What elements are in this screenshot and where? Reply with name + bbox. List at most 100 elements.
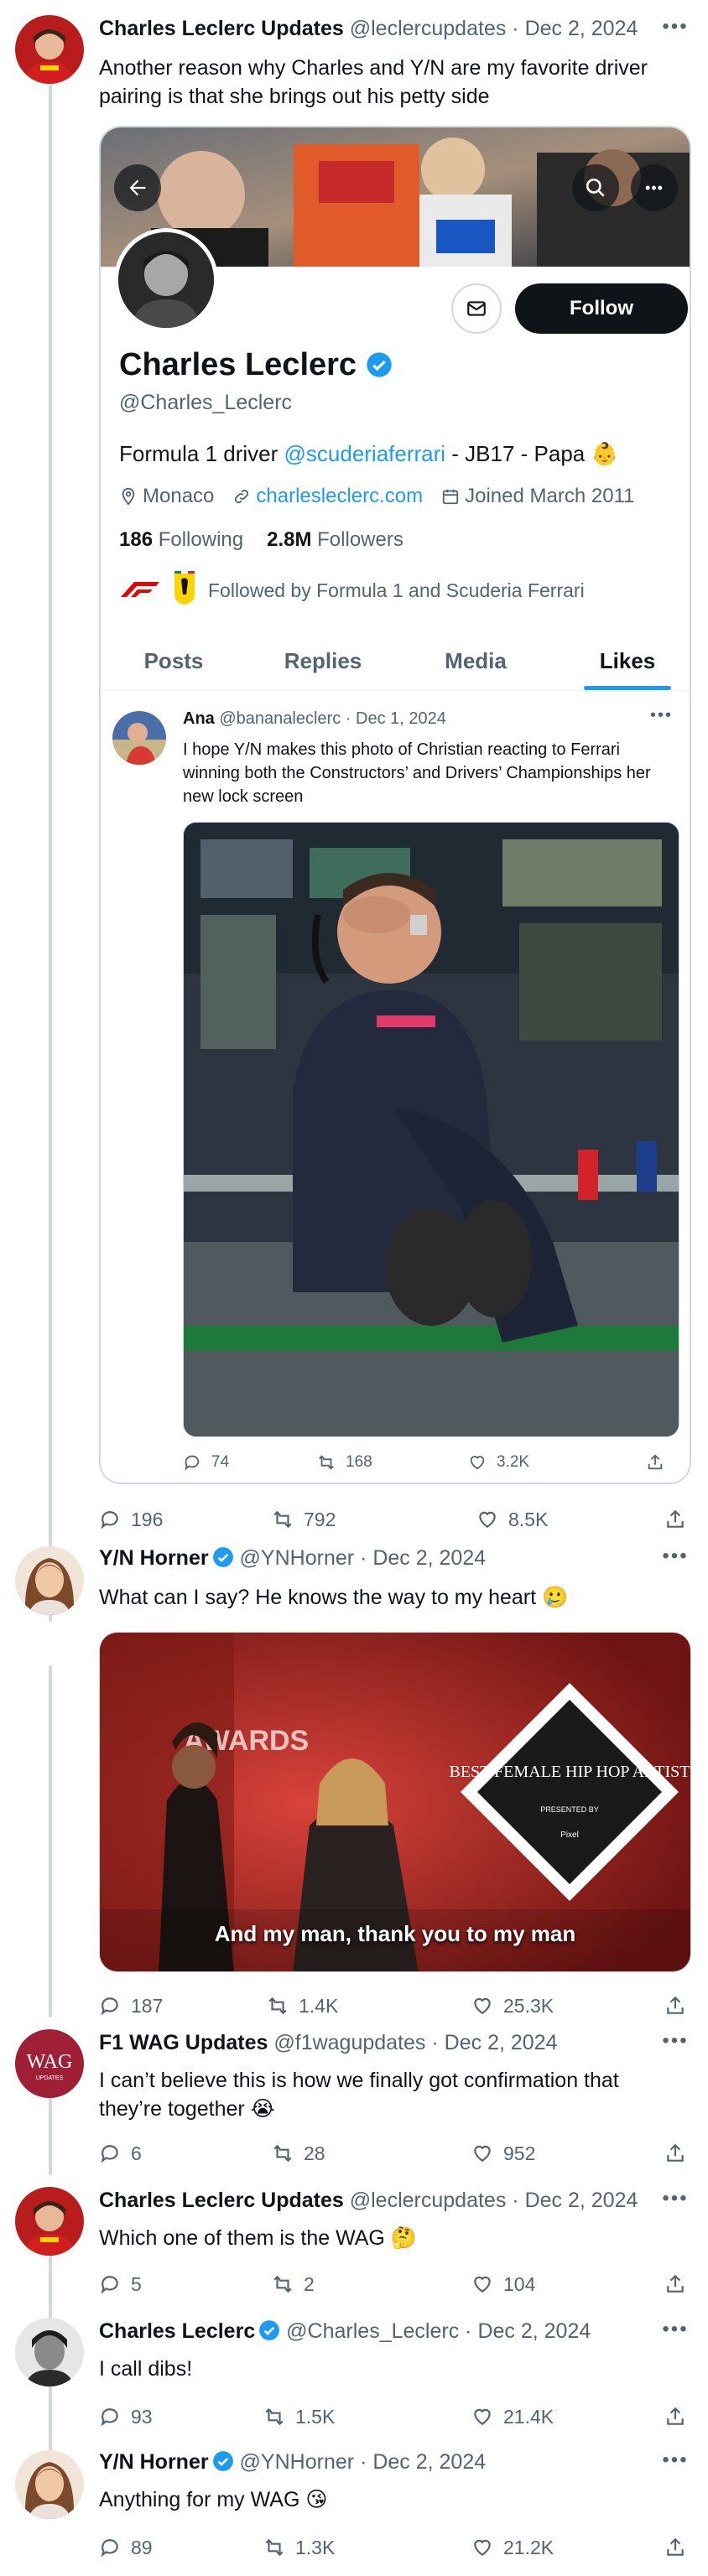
- display-name[interactable]: Charles Leclerc: [99, 2319, 255, 2343]
- display-name[interactable]: Y/N Horner: [99, 2450, 209, 2474]
- tweet-video[interactable]: AWARDS BEST FEMALE HIP HOP ARTIST PRESEN…: [99, 1632, 691, 1972]
- reply-button[interactable]: 5: [99, 2267, 142, 2301]
- display-name[interactable]: Y/N Horner: [99, 1546, 209, 1570]
- more-icon[interactable]: •••: [656, 17, 695, 44]
- more-icon[interactable]: •••: [656, 2031, 695, 2058]
- followers-stat[interactable]: 2.8M Followers: [267, 528, 403, 552]
- display-name[interactable]: Charles Leclerc Updates: [99, 2189, 344, 2212]
- reply-icon: [101, 1997, 118, 2016]
- avatar[interactable]: WAG UPDATES: [15, 2029, 84, 2098]
- retweet-button[interactable]: 1.3K: [263, 2531, 335, 2564]
- more-icon[interactable]: •••: [631, 164, 678, 211]
- like-button[interactable]: 21.2K: [471, 2531, 554, 2564]
- reply-button[interactable]: 93: [99, 2400, 153, 2433]
- retweet-button[interactable]: 792: [272, 1503, 336, 1536]
- follow-button[interactable]: Follow: [515, 283, 688, 334]
- retweet-button[interactable]: 168: [317, 1446, 372, 1479]
- tab-media[interactable]: Media: [413, 631, 539, 691]
- website-link[interactable]: charlesleclerc.com: [256, 485, 423, 508]
- retweet-count: 1.5K: [295, 2405, 336, 2428]
- like-button[interactable]: 952: [471, 2137, 535, 2170]
- share-button[interactable]: [664, 2267, 686, 2301]
- search-icon[interactable]: [572, 164, 619, 211]
- share-button[interactable]: [646, 1446, 664, 1479]
- reply-count: 5: [131, 2272, 142, 2295]
- active-tab-indicator: [584, 686, 671, 690]
- like-count: 21.2K: [503, 2536, 554, 2558]
- timestamp[interactable]: Dec 2, 2024: [525, 2189, 638, 2212]
- tweet[interactable]: Charles Leclerc Updates @leclercupdates …: [0, 2187, 708, 2313]
- profile-avatar[interactable]: [114, 228, 218, 332]
- tweet[interactable]: Y/N Horner @YNHorner · Dec 2, 2024 ••• A…: [0, 2450, 708, 2576]
- like-button[interactable]: 8.5K: [476, 1503, 548, 1536]
- tweet[interactable]: Charles Leclerc @Charles_Leclerc · Dec 2…: [0, 2318, 708, 2444]
- handle[interactable]: @YNHorner: [240, 1546, 355, 1570]
- handle[interactable]: @leclercupdates: [350, 17, 507, 40]
- tweet-photo[interactable]: [183, 822, 679, 1437]
- handle[interactable]: @f1wagupdates: [273, 2031, 425, 2054]
- like-button[interactable]: 25.3K: [471, 1989, 554, 2023]
- back-arrow-icon[interactable]: [114, 164, 161, 211]
- timestamp[interactable]: Dec 2, 2024: [445, 2031, 558, 2054]
- handle[interactable]: @YNHorner: [240, 2450, 355, 2474]
- retweet-icon: [273, 1510, 292, 1529]
- timestamp[interactable]: Dec 2, 2024: [477, 2319, 591, 2343]
- avatar[interactable]: [15, 2450, 84, 2519]
- like-button[interactable]: 21.4K: [471, 2400, 554, 2433]
- tab-replies[interactable]: Replies: [260, 631, 386, 691]
- tab-posts[interactable]: Posts: [111, 631, 237, 691]
- tweet[interactable]: Y/N Horner @YNHorner · Dec 2, 2024 ••• W…: [0, 1546, 708, 2041]
- more-icon[interactable]: •••: [656, 1546, 695, 1573]
- followed-by[interactable]: Followed by Formula 1 and Scuderia Ferra…: [119, 567, 585, 614]
- retweet-button[interactable]: 2: [272, 2267, 315, 2301]
- avatar[interactable]: [112, 711, 166, 765]
- handle[interactable]: @Charles_Leclerc: [286, 2319, 459, 2343]
- timestamp[interactable]: Dec 2, 2024: [525, 17, 638, 40]
- verified-icon: [212, 2451, 233, 2471]
- handle[interactable]: @bananaleclerc: [219, 709, 341, 728]
- avatar[interactable]: [15, 2187, 84, 2256]
- website-meta[interactable]: charlesleclerc.com: [232, 485, 423, 508]
- tweet-actions: 196 792 8.5K: [99, 1503, 696, 1536]
- share-button[interactable]: [664, 1503, 686, 1536]
- award-sign-brand: Pixel: [560, 1831, 579, 1840]
- handle[interactable]: @leclercupdates: [350, 2189, 507, 2212]
- avatar[interactable]: [15, 2318, 84, 2386]
- more-icon[interactable]: •••: [656, 2319, 695, 2346]
- avatar[interactable]: [15, 15, 84, 84]
- timestamp[interactable]: Dec 2, 2024: [372, 1546, 486, 1570]
- more-icon[interactable]: •••: [656, 2189, 695, 2215]
- reply-button[interactable]: 89: [99, 2531, 153, 2564]
- display-name[interactable]: F1 WAG Updates: [99, 2031, 268, 2054]
- following-stat[interactable]: 186 Following: [119, 528, 243, 552]
- profile-screenshot-card[interactable]: ••• Follow Charles Leclerc @Charles_Lecl…: [99, 126, 691, 1484]
- retweet-button[interactable]: 28: [272, 2137, 325, 2170]
- reply-button[interactable]: 74: [183, 1446, 229, 1479]
- like-button[interactable]: 3.2K: [468, 1446, 529, 1479]
- joined-text: Joined March 2011: [465, 485, 635, 507]
- more-icon[interactable]: •••: [650, 706, 673, 725]
- more-icon[interactable]: •••: [656, 2450, 695, 2477]
- nested-tweet[interactable]: Ana @bananaleclerc · Dec 1, 2024 ••• I h…: [101, 691, 690, 1483]
- reply-count: 89: [131, 2536, 153, 2558]
- reply-button[interactable]: 187: [99, 1989, 163, 2023]
- share-button[interactable]: [664, 1989, 686, 2023]
- bio-mention-link[interactable]: @scuderiaferrari: [284, 441, 446, 466]
- tab-likes[interactable]: Likes: [565, 631, 690, 691]
- display-name[interactable]: Charles Leclerc Updates: [99, 17, 344, 40]
- display-name[interactable]: Ana: [183, 709, 215, 728]
- tweet[interactable]: WAG UPDATES F1 WAG Updates @f1wagupdates…: [0, 2029, 708, 2189]
- tweet[interactable]: Charles Leclerc Updates @leclercupdates …: [0, 0, 708, 1576]
- retweet-button[interactable]: 1.4K: [267, 1989, 338, 2023]
- mail-icon[interactable]: [451, 283, 502, 334]
- reply-button[interactable]: 6: [99, 2137, 142, 2170]
- timestamp[interactable]: Dec 2, 2024: [372, 2450, 486, 2474]
- share-button[interactable]: [664, 2531, 686, 2564]
- share-button[interactable]: [664, 2400, 686, 2433]
- retweet-button[interactable]: 1.5K: [263, 2400, 335, 2433]
- timestamp[interactable]: Dec 1, 2024: [356, 709, 446, 728]
- avatar[interactable]: [15, 1546, 84, 1615]
- reply-button[interactable]: 196: [99, 1503, 163, 1536]
- share-button[interactable]: [664, 2137, 686, 2170]
- like-button[interactable]: 104: [471, 2267, 535, 2301]
